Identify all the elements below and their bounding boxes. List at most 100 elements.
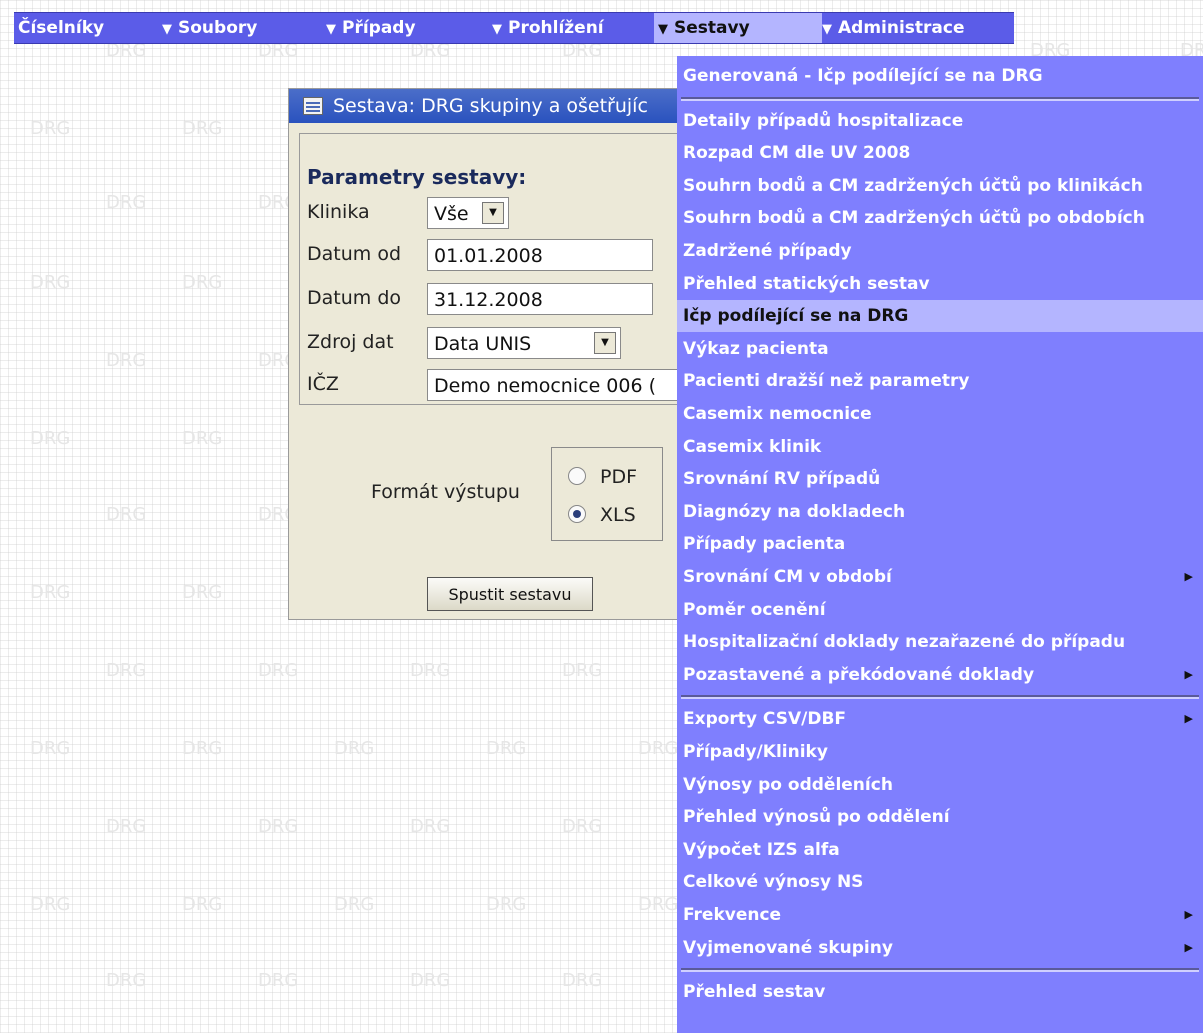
report-icon xyxy=(303,97,323,115)
drg-watermark: DRG xyxy=(562,970,603,991)
report-menu-item[interactable]: Hospitalizační doklady nezařazené do pří… xyxy=(677,626,1203,658)
report-menu-item[interactable]: Rozpad CM dle UV 2008 xyxy=(677,137,1203,169)
dropdown-arrow-icon: ▼ xyxy=(162,22,172,37)
report-menu-item-label: Casemix klinik xyxy=(683,436,822,457)
report-menu-item[interactable]: Celkové výnosy NS xyxy=(677,866,1203,898)
report-menu-item-label: Případy/Kliniky xyxy=(683,742,828,762)
report-menu-item[interactable]: Vyjmenované skupiny ▶ xyxy=(677,932,1203,964)
icz-field[interactable]: Demo nemocnice 006 ( xyxy=(427,369,687,401)
klinika-label: Klinika xyxy=(307,201,370,223)
datum-do-value: 31.12.2008 xyxy=(434,289,543,311)
dropdown-arrow-icon[interactable]: ▼ xyxy=(594,332,616,354)
radio-unselected-icon[interactable] xyxy=(568,466,586,485)
drg-watermark: DRG xyxy=(410,816,451,837)
report-menu-item-label: Souhrn bodů a CM zadržených účtů po klin… xyxy=(683,175,1143,196)
report-menu-item[interactable]: Výnosy po odděleních xyxy=(677,769,1203,801)
menu-soubory-label: Soubory xyxy=(178,18,258,38)
menu-pripady[interactable]: ▼ Případy xyxy=(326,13,416,43)
report-menu-item-label: Exporty CSV/DBF xyxy=(683,709,847,730)
icz-label: IČZ xyxy=(307,373,339,395)
menu-soubory[interactable]: ▼ Soubory xyxy=(162,13,257,43)
report-menu-item-label: Ičp podílející se na DRG xyxy=(683,306,909,327)
main-menubar: Číselníky ▼ Soubory ▼ Případy ▼ Prohlížení … xyxy=(14,12,1014,44)
menu-ciselniky-label: Číselníky xyxy=(18,18,105,38)
report-menu-item-label: Přehled výnosů po oddělení xyxy=(683,807,950,828)
report-menu-item-label: Detaily případů hospitalizace xyxy=(683,110,964,131)
report-menu-item[interactable]: Ičp podílející se na DRG xyxy=(677,300,1203,333)
report-menu-item[interactable]: Přehled sestav xyxy=(677,976,1203,1008)
drg-watermark: DRG xyxy=(562,816,603,837)
report-menu-item[interactable]: Frekvence ▶ xyxy=(677,899,1203,931)
report-menu-item[interactable]: Casemix nemocnice xyxy=(677,398,1203,430)
report-menu-item-label: Srovnání CM v období xyxy=(683,567,892,587)
report-menu-item[interactable]: Srovnání RV případů xyxy=(677,463,1203,495)
dialog-title-bar[interactable]: Sestava: DRG skupiny a ošetřujíc xyxy=(289,89,689,123)
radio-selected-icon[interactable] xyxy=(568,504,586,523)
report-menu-item[interactable]: Souhrn bodů a CM zadržených účtů po klin… xyxy=(677,170,1203,202)
report-menu-item[interactable]: Případy pacienta xyxy=(677,528,1203,560)
report-menu-item-label: Výpočet IZS alfa xyxy=(683,839,840,860)
report-menu-item[interactable]: Souhrn bodů a CM zadržených účtů po obdo… xyxy=(677,202,1203,234)
menu-prohlizeni-label: Prohlížení xyxy=(508,18,604,38)
drg-watermark: DRG xyxy=(182,738,223,759)
parameters-heading: Parametry sestavy: xyxy=(307,165,527,189)
report-menu-item[interactable]: Poměr ocenění xyxy=(677,594,1203,626)
report-menu-item-label: Frekvence xyxy=(683,905,782,925)
drg-watermark: DRG xyxy=(334,894,375,915)
drg-watermark: DRG xyxy=(258,816,299,837)
report-menu-item[interactable]: Přehled výnosů po oddělení xyxy=(677,801,1203,833)
report-menu-item-label: Hospitalizační doklady nezařazené do pří… xyxy=(683,632,1126,653)
dropdown-arrow-icon: ▼ xyxy=(658,22,668,37)
drg-watermark: DRG xyxy=(638,738,679,759)
report-menu-item[interactable]: Detaily případů hospitalizace xyxy=(677,105,1203,137)
klinika-select[interactable]: Vše ▼ xyxy=(427,197,509,229)
menu-administrace[interactable]: ▼ Administrace xyxy=(822,13,965,43)
report-menu-item[interactable]: Casemix klinik xyxy=(677,431,1203,463)
report-menu-item[interactable]: Případy/Kliniky xyxy=(677,736,1203,768)
report-menu-item[interactable]: Výkaz pacienta xyxy=(677,333,1203,365)
dropdown-arrow-icon: ▼ xyxy=(326,22,336,37)
report-menu-item[interactable]: Výpočet IZS alfa xyxy=(677,834,1203,866)
menu-separator xyxy=(681,96,1199,101)
menu-ciselniky[interactable]: Číselníky xyxy=(18,13,104,43)
menu-sestavy-label: Sestavy xyxy=(674,18,750,38)
menu-sestavy[interactable]: ▼ Sestavy xyxy=(654,13,822,43)
report-menu-item[interactable]: Exporty CSV/DBF ▶ xyxy=(677,703,1203,735)
drg-watermark: DRG xyxy=(182,118,223,139)
drg-watermark: DRG xyxy=(410,660,451,681)
drg-watermark: DRG xyxy=(638,894,679,915)
report-menu-item-label: Výnosy po odděleních xyxy=(683,774,893,795)
report-menu-item[interactable]: Přehled statických sestav xyxy=(677,268,1203,300)
report-menu-item[interactable]: Zadržené případy xyxy=(677,235,1203,267)
menu-prohlizeni[interactable]: ▼ Prohlížení xyxy=(492,13,604,43)
drg-watermark: DRG xyxy=(182,428,223,449)
report-menu-item[interactable]: Generovaná - Ičp podílející se na DRG xyxy=(677,60,1203,92)
report-menu-item-label: Poměr ocenění xyxy=(683,599,826,620)
dropdown-arrow-icon[interactable]: ▼ xyxy=(482,202,504,224)
report-menu-item-label: Výkaz pacienta xyxy=(683,338,829,359)
run-report-button[interactable]: Spustit sestavu xyxy=(427,577,593,611)
report-menu-item[interactable]: Diagnózy na dokladech xyxy=(677,496,1203,528)
report-menu-item-label: Pacienti dražší než parametry xyxy=(683,371,970,392)
drg-watermark: DRG xyxy=(30,582,71,603)
klinika-value: Vše xyxy=(434,203,469,225)
drg-watermark: DRG xyxy=(182,894,223,915)
submenu-arrow-icon: ▶ xyxy=(1184,570,1193,583)
datum-do-label: Datum do xyxy=(307,287,401,309)
datum-od-field[interactable]: 01.01.2008 xyxy=(427,239,653,271)
drg-watermark: DRG xyxy=(410,970,451,991)
zdroj-dat-select[interactable]: Data UNIS ▼ xyxy=(427,327,621,359)
datum-do-field[interactable]: 31.12.2008 xyxy=(427,283,653,315)
zdroj-dat-value: Data UNIS xyxy=(434,333,532,355)
submenu-arrow-icon: ▶ xyxy=(1184,712,1193,726)
report-dialog: Sestava: DRG skupiny a ošetřujíc Paramet… xyxy=(288,88,701,620)
report-menu-item-label: Diagnózy na dokladech xyxy=(683,501,906,522)
report-menu-item-label: Přehled sestav xyxy=(683,982,826,1003)
radio-xls[interactable]: XLS xyxy=(568,500,636,530)
report-menu-item[interactable]: Pacienti dražší než parametry xyxy=(677,365,1203,397)
datum-od-value: 01.01.2008 xyxy=(434,245,543,267)
report-menu-item[interactable]: Pozastavené a překódované doklady ▶ xyxy=(677,659,1203,691)
radio-pdf[interactable]: PDF xyxy=(568,462,637,492)
drg-watermark: DRG xyxy=(30,894,71,915)
report-menu-item[interactable]: Srovnání CM v období ▶ xyxy=(677,561,1203,593)
